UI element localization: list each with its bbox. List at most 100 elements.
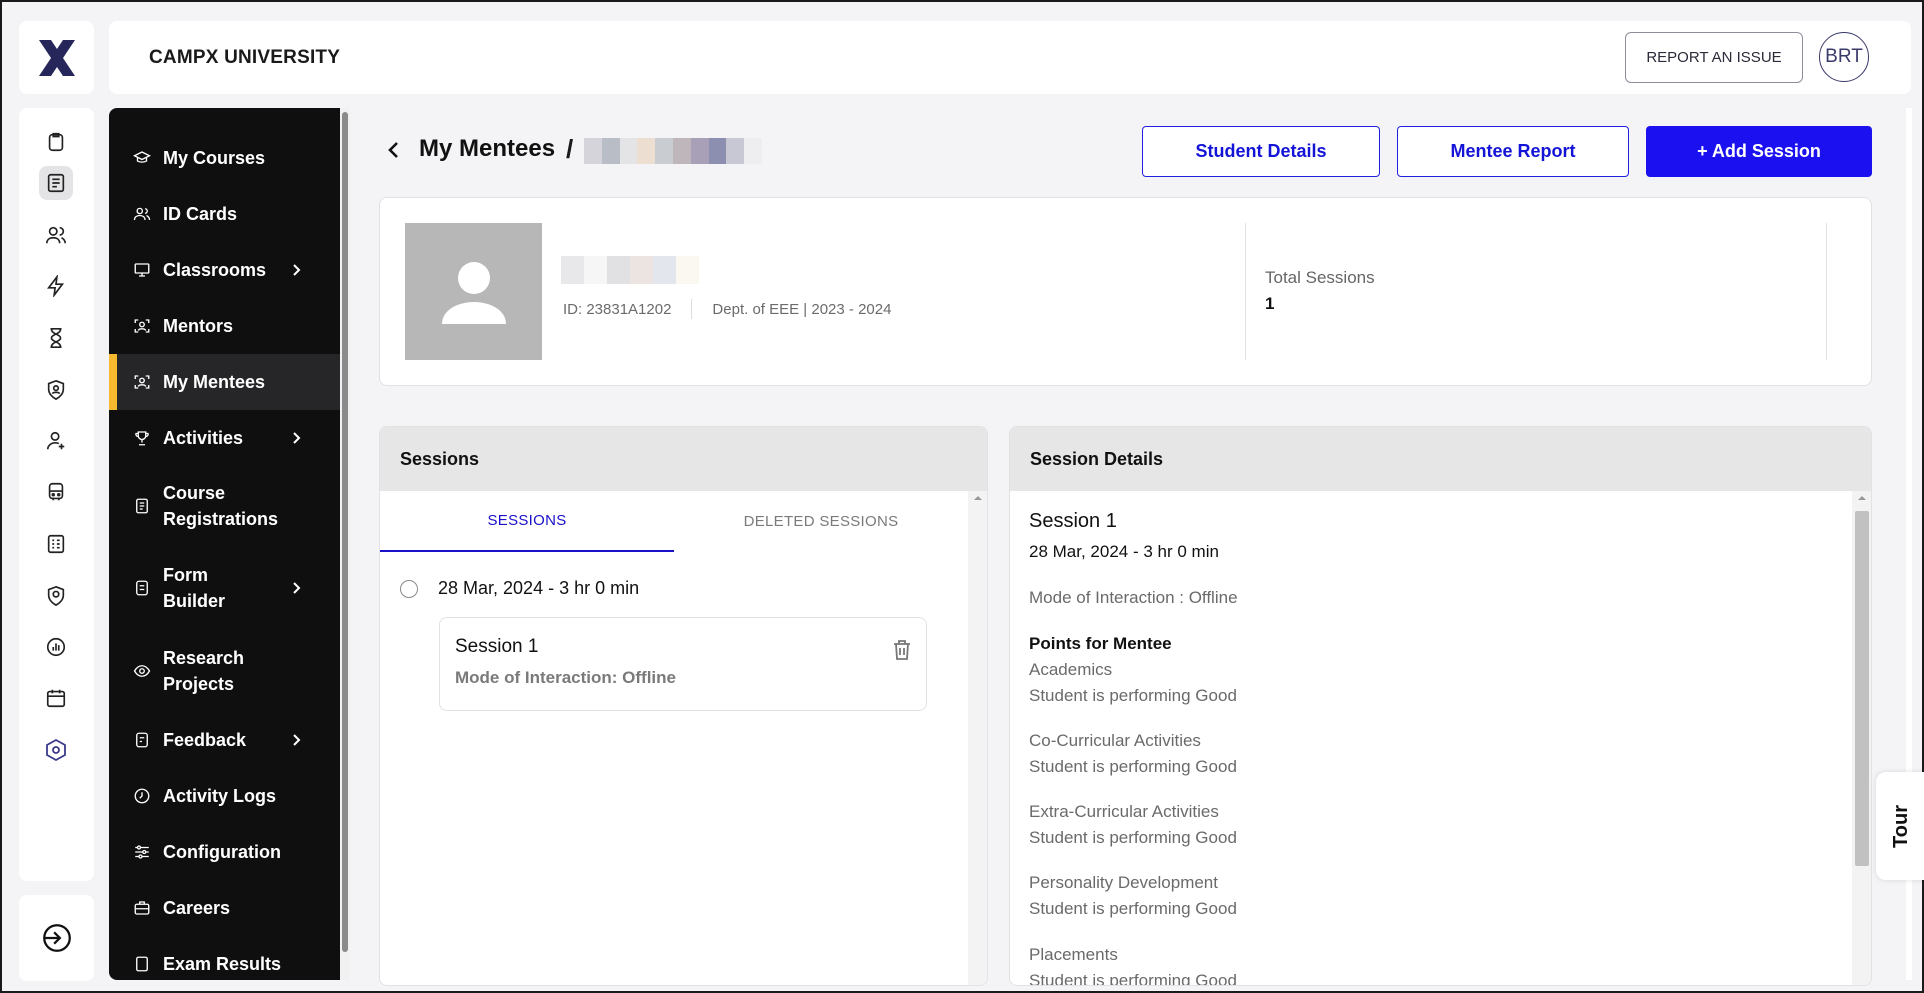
graduation-cap-icon [132,148,152,168]
point-remark: Student is performing Good [1029,686,1237,705]
detail-session-title: Session 1 [1029,510,1117,532]
tab-sessions[interactable]: SESSIONS [380,491,674,552]
point-remark: Student is performing Good [1029,828,1237,847]
sidebar-item-course-registrations[interactable]: Course Registrations [109,466,347,546]
sidebar-item-activity-logs[interactable]: Activity Logs [109,768,347,824]
user-plus-icon[interactable] [39,424,73,458]
details-scrollbar[interactable] [1852,491,1872,985]
people-icon[interactable] [39,218,73,252]
sessions-scrollbar[interactable] [968,491,988,985]
logout-button[interactable] [19,895,94,981]
details-scroll-thumb[interactable] [1855,511,1869,866]
top-header: CAMPX UNIVERSITY REPORT AN ISSUE BRT [109,21,1911,94]
card-divider [1826,223,1827,360]
sidebar-item-research-projects[interactable]: Research Projects [109,630,347,712]
hourglass-icon[interactable] [39,321,73,355]
profile-photo-placeholder [405,223,542,360]
point-category: Extra-Curricular Activities [1029,802,1219,821]
mentee-report-button[interactable]: Mentee Report [1397,126,1629,177]
calendar-icon[interactable] [39,681,73,715]
student-details-button[interactable]: Student Details [1142,126,1380,177]
student-name-redacted [561,256,699,284]
hexagon-settings-icon[interactable] [39,733,73,767]
exam-icon [132,954,152,974]
breadcrumb-my-mentees[interactable]: My Mentees [419,135,555,163]
report-issue-button[interactable]: REPORT AN ISSUE [1625,32,1803,83]
sessions-panel-title: Sessions [380,427,987,491]
points-heading: Points for Mentee [1029,634,1172,653]
sidebar-item-id-cards[interactable]: ID Cards [109,186,347,242]
face-scan-icon [132,372,152,392]
icon-rail [19,108,94,881]
scroll-up-arrow-icon[interactable] [968,491,988,505]
shield-pin-icon[interactable] [39,579,73,613]
add-session-button[interactable]: + Add Session [1646,126,1872,177]
point-remark: Student is performing Good [1029,757,1237,776]
back-arrow-icon[interactable] [382,138,406,162]
scroll-up-arrow-icon[interactable] [1852,491,1872,505]
eye-icon [132,661,152,681]
session-card-mode: Mode of Interaction: Offline [455,668,676,687]
users-icon [132,204,152,224]
sidebar-item-configuration[interactable]: Configuration [109,824,347,880]
presentation-board-icon [132,260,152,280]
tour-button[interactable]: Tour [1876,772,1924,880]
sliders-icon [132,842,152,862]
sidebar-item-careers[interactable]: Careers [109,880,347,936]
trash-icon[interactable] [890,638,914,662]
session-radio[interactable] [400,580,418,598]
detail-session-date: 28 Mar, 2024 - 3 hr 0 min [1029,542,1219,561]
sidebar-scrollbar[interactable] [340,108,350,980]
chevron-right-icon [293,582,301,594]
notes-icon[interactable] [39,166,73,200]
sidebar-item-exam-results[interactable]: Exam Results [109,936,347,980]
x-logo-icon [38,39,75,76]
user-avatar[interactable]: BRT [1819,32,1869,82]
sessions-panel: Sessions SESSIONS DELETED SESSIONS 28 Ma… [379,426,988,986]
student-department: Dept. of EEE | 2023 - 2024 [712,300,892,318]
sidebar-item-classrooms[interactable]: Classrooms [109,242,347,298]
sidebar-scroll-thumb[interactable] [342,112,348,952]
form-icon [132,578,152,598]
breadcrumb-student-name-redacted [584,138,762,164]
sidebar-item-activities[interactable]: Activities [109,410,347,466]
campx-logo[interactable] [19,21,94,94]
chevron-right-icon [293,734,301,746]
chart-icon[interactable] [39,630,73,664]
student-meta: ID: 23831A1202 Dept. of EEE | 2023 - 202… [563,299,891,319]
sidebar-item-my-mentees[interactable]: My Mentees [109,354,347,410]
breadcrumb-separator: / [566,134,574,164]
user-silhouette-icon [441,261,506,324]
total-sessions-value: 1 [1265,294,1275,313]
tab-deleted-sessions[interactable]: DELETED SESSIONS [674,491,968,552]
sidebar-item-form-builder[interactable]: Form Builder [109,546,347,630]
point-category: Placements [1029,945,1118,964]
clipboard-icon[interactable] [39,125,73,159]
tour-label: Tour [1889,804,1912,848]
bus-icon[interactable] [39,475,73,509]
logout-icon [42,924,71,952]
lightning-icon[interactable] [39,269,73,303]
chevron-right-icon [293,264,301,276]
shield-user-icon[interactable] [39,373,73,407]
briefcase-icon [132,898,152,918]
mentee-profile-card: ID: 23831A1202 Dept. of EEE | 2023 - 202… [379,197,1872,386]
chevron-right-icon [293,432,301,444]
session-details-title: Session Details [1010,427,1871,491]
sidebar-item-feedback[interactable]: Feedback [109,712,347,768]
card-divider [1245,223,1246,360]
sidebar-item-my-courses[interactable]: My Courses [109,130,347,186]
detail-mode: Mode of Interaction : Offline [1029,588,1238,607]
point-category: Academics [1029,660,1113,679]
point-category: Co-Curricular Activities [1029,731,1201,750]
clock-icon [132,786,152,806]
point-remark: Student is performing Good [1029,971,1237,986]
ledger-icon[interactable] [39,527,73,561]
session-card[interactable]: Session 1 Mode of Interaction: Offline [439,617,927,711]
session-details-panel: Session Details Session 1 28 Mar, 2024 -… [1009,426,1872,986]
sidebar-item-mentors[interactable]: Mentors [109,298,347,354]
total-sessions-label: Total Sessions [1265,268,1375,287]
document-icon [132,496,152,516]
point-category: Personality Development [1029,873,1218,892]
face-scan-icon [132,316,152,336]
